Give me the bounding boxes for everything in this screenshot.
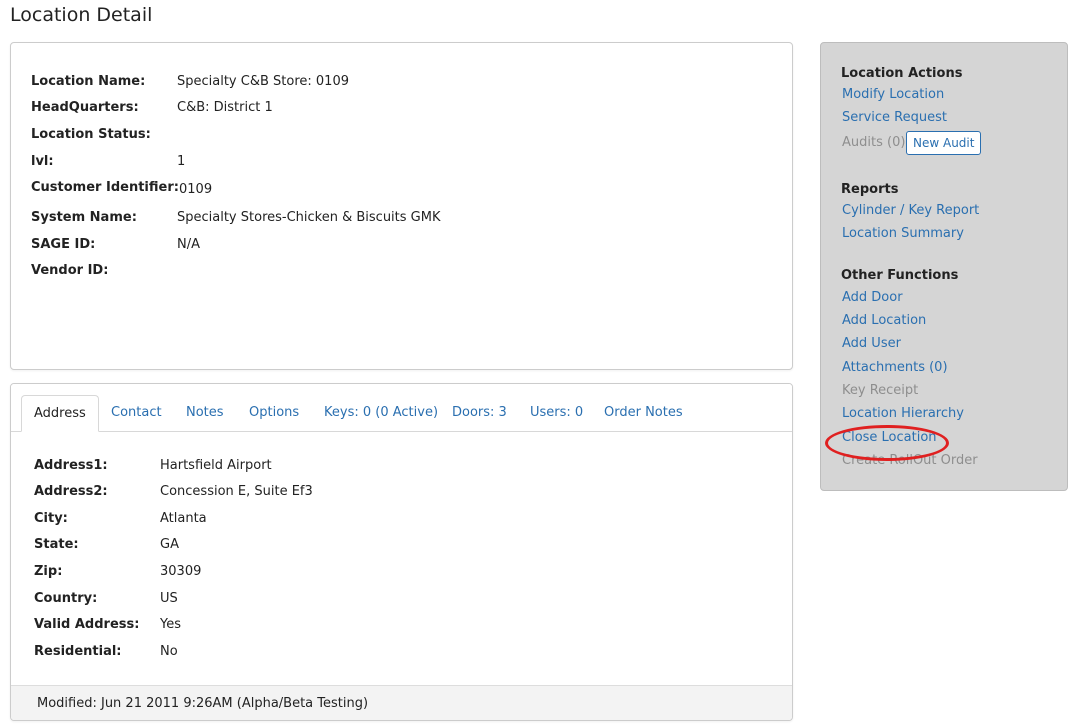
sage-id-label: SAGE ID: bbox=[31, 237, 96, 252]
address2-value: Concession E, Suite Ef3 bbox=[160, 484, 313, 499]
location-name-value: Specialty C&B Store: 0109 bbox=[177, 74, 349, 89]
address2-label: Address2: bbox=[34, 484, 108, 499]
actions-panel: Location Actions Modify Location Service… bbox=[820, 42, 1068, 491]
lvl-value: 1 bbox=[177, 154, 186, 169]
key-receipt-label: Key Receipt bbox=[842, 383, 919, 398]
system-name-value: Specialty Stores-Chicken & Biscuits GMK bbox=[177, 210, 441, 225]
address-card: Address Contact Notes Options Keys: 0 (0… bbox=[10, 383, 793, 721]
address1-label: Address1: bbox=[34, 458, 108, 473]
reports-heading: Reports bbox=[841, 182, 899, 197]
valid-address-value: Yes bbox=[160, 617, 181, 632]
country-label: Country: bbox=[34, 591, 98, 606]
city-value: Atlanta bbox=[160, 511, 207, 526]
customer-identifier-label: Customer Identifier: bbox=[31, 180, 179, 195]
cylinder-key-report-link[interactable]: Cylinder / Key Report bbox=[842, 203, 979, 218]
vendor-id-label: Vendor ID: bbox=[31, 263, 109, 278]
tab-contact[interactable]: Contact bbox=[99, 395, 174, 430]
headquarters-link[interactable]: C&B: District 1 bbox=[177, 99, 273, 117]
residential-label: Residential: bbox=[34, 644, 122, 659]
new-audit-button[interactable]: New Audit bbox=[906, 131, 982, 155]
location-status-label: Location Status: bbox=[31, 127, 151, 142]
lvl-label: lvl: bbox=[31, 154, 54, 169]
location-name-label: Location Name: bbox=[31, 74, 146, 89]
tab-doors[interactable]: Doors: 3 bbox=[440, 395, 519, 430]
service-request-link[interactable]: Service Request bbox=[842, 110, 947, 125]
attachments-link[interactable]: Attachments (0) bbox=[842, 360, 948, 375]
zip-value: 30309 bbox=[160, 564, 202, 579]
modified-footer: Modified: Jun 21 2011 9:26AM (Alpha/Beta… bbox=[11, 685, 792, 720]
tab-order-notes[interactable]: Order Notes bbox=[592, 395, 695, 430]
sage-id-value: N/A bbox=[177, 237, 200, 252]
country-value: US bbox=[160, 591, 178, 606]
other-functions-heading: Other Functions bbox=[841, 268, 959, 283]
location-summary-link[interactable]: Location Summary bbox=[842, 226, 964, 241]
tab-keys[interactable]: Keys: 0 (0 Active) bbox=[312, 395, 450, 430]
headquarters-label: HeadQuarters: bbox=[31, 100, 139, 115]
system-name-label: System Name: bbox=[31, 210, 137, 225]
close-location-link[interactable]: Close Location bbox=[842, 430, 937, 445]
create-rollout-order-label: Create RollOut Order bbox=[842, 453, 978, 468]
address1-value: Hartsfield Airport bbox=[160, 458, 272, 473]
customer-identifier-value: 0109 bbox=[179, 182, 213, 197]
location-info-card: Location Name: Specialty C&B Store: 0109… bbox=[10, 42, 793, 370]
tab-options[interactable]: Options bbox=[237, 395, 311, 430]
tab-users[interactable]: Users: 0 bbox=[518, 395, 595, 430]
residential-value: No bbox=[160, 644, 178, 659]
city-label: City: bbox=[34, 511, 68, 526]
modify-location-link[interactable]: Modify Location bbox=[842, 87, 944, 102]
add-user-link[interactable]: Add User bbox=[842, 336, 901, 351]
tab-address[interactable]: Address bbox=[21, 395, 99, 432]
state-value: GA bbox=[160, 537, 179, 552]
state-label: State: bbox=[34, 537, 79, 552]
valid-address-label: Valid Address: bbox=[34, 617, 140, 632]
tab-strip: Address Contact Notes Options Keys: 0 (0… bbox=[11, 384, 792, 432]
tab-notes[interactable]: Notes bbox=[174, 395, 236, 430]
page-title: Location Detail bbox=[10, 4, 153, 26]
location-hierarchy-link[interactable]: Location Hierarchy bbox=[842, 406, 964, 421]
location-actions-heading: Location Actions bbox=[841, 66, 963, 81]
zip-label: Zip: bbox=[34, 564, 63, 579]
add-location-link[interactable]: Add Location bbox=[842, 313, 926, 328]
add-door-link[interactable]: Add Door bbox=[842, 290, 903, 305]
audits-label: Audits (0) bbox=[842, 135, 906, 150]
